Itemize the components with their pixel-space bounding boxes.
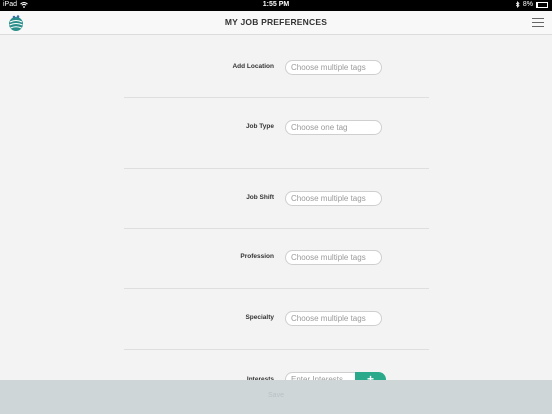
status-bar: iPad 1:55 PM 8% [0, 0, 552, 11]
save-button[interactable]: Save [0, 392, 552, 399]
battery-icon [536, 1, 548, 8]
profession-input[interactable]: Choose multiple tags [285, 250, 382, 265]
page-title: MY JOB PREFERENCES [224, 17, 328, 27]
divider [124, 288, 429, 289]
status-time: 1:55 PM [262, 1, 290, 8]
bluetooth-icon [515, 1, 520, 8]
location-label: Add Location [232, 63, 274, 70]
job-type-input[interactable]: Choose one tag [285, 120, 382, 135]
specialty-input[interactable]: Choose multiple tags [285, 311, 382, 326]
job-shift-label: Job Shift [246, 194, 274, 201]
job-preferences-form: Add Location Choose multiple tags Job Ty… [0, 36, 552, 387]
location-input[interactable]: Choose multiple tags [285, 60, 382, 75]
hamburger-menu-icon[interactable] [532, 18, 544, 27]
specialty-label: Specialty [245, 314, 274, 321]
profession-label: Profession [240, 253, 274, 260]
divider [124, 97, 429, 98]
divider [124, 228, 429, 229]
job-shift-input[interactable]: Choose multiple tags [285, 191, 382, 206]
job-type-label: Job Type [245, 123, 274, 130]
navigation-bar: MY JOB PREFERENCES [0, 11, 552, 35]
battery-percent: 8% [522, 1, 533, 8]
status-right: 8% [515, 1, 548, 8]
divider [124, 349, 429, 350]
divider [124, 168, 429, 169]
save-bar: Save [0, 380, 552, 414]
